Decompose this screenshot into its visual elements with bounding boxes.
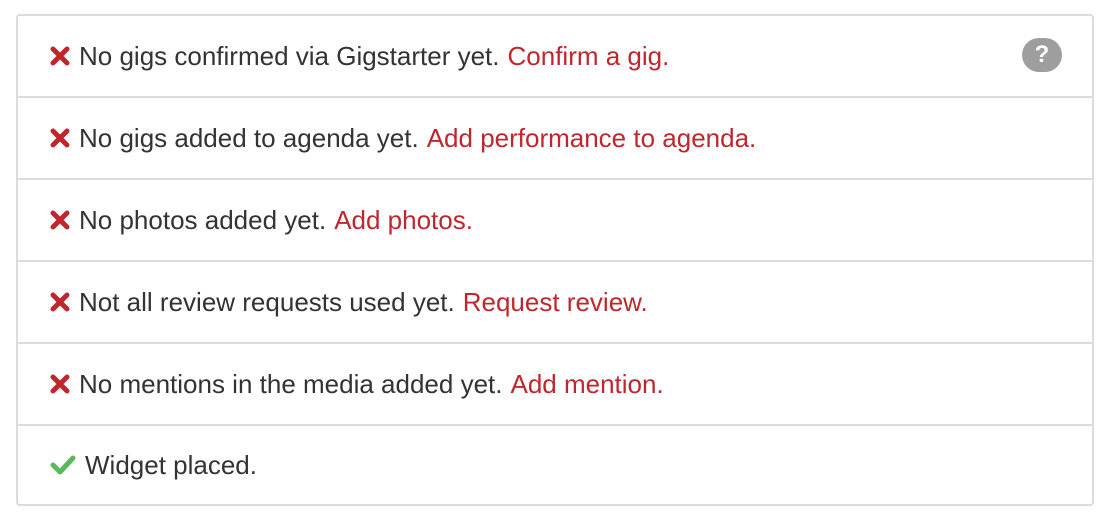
confirm-gig-link[interactable]: Confirm a gig. <box>508 41 670 72</box>
x-icon <box>50 374 70 394</box>
checklist-item-mentions: No mentions in the media added yet. Add … <box>18 344 1092 426</box>
checklist-item-agenda: No gigs added to agenda yet. Add perform… <box>18 98 1092 180</box>
checklist-item-message: Not all review requests used yet. <box>79 286 455 317</box>
checklist-item-message: No gigs confirmed via Gigstarter yet. <box>79 40 500 71</box>
x-icon <box>50 128 70 148</box>
help-icon[interactable]: ? <box>1022 38 1062 72</box>
checklist-item-message: No mentions in the media added yet. <box>79 368 503 399</box>
request-review-link[interactable]: Request review. <box>463 287 648 318</box>
x-icon <box>50 46 70 66</box>
checklist-item-message: No photos added yet. <box>79 204 327 235</box>
checklist-item-photos: No photos added yet. Add photos. <box>18 180 1092 262</box>
check-icon <box>50 455 76 475</box>
checklist-item-message: Widget placed. <box>85 449 257 480</box>
profile-checklist: No gigs confirmed via Gigstarter yet. Co… <box>16 14 1094 506</box>
x-icon <box>50 292 70 312</box>
add-photos-link[interactable]: Add photos. <box>334 205 473 236</box>
add-mention-link[interactable]: Add mention. <box>510 369 663 400</box>
checklist-item-message: No gigs added to agenda yet. <box>79 122 419 153</box>
add-performance-link[interactable]: Add performance to agenda. <box>427 123 757 154</box>
checklist-item-confirm-gig: No gigs confirmed via Gigstarter yet. Co… <box>18 16 1092 98</box>
x-icon <box>50 210 70 230</box>
checklist-item-widget: Widget placed. <box>18 426 1092 504</box>
checklist-item-reviews: Not all review requests used yet. Reques… <box>18 262 1092 344</box>
